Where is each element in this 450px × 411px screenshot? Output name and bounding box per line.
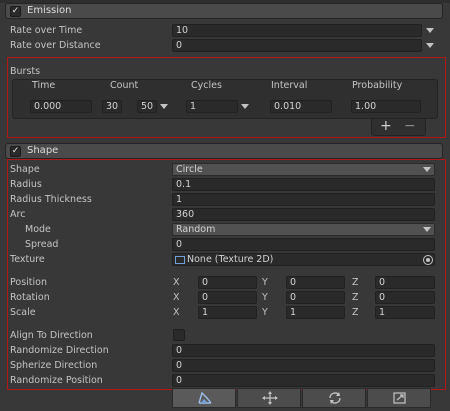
rotation-label: Rotation xyxy=(10,292,50,303)
burst-cycles-dropdown-icon[interactable] xyxy=(241,104,249,109)
move-tool-button[interactable] xyxy=(237,388,301,408)
randomize-position-field[interactable]: 0 xyxy=(172,374,435,387)
rotation-x-axis-label: X xyxy=(173,292,180,303)
scale-x-axis-label: X xyxy=(173,307,180,318)
shape-title: Shape xyxy=(27,145,59,156)
burst-count-min-field[interactable]: 30 xyxy=(102,100,122,113)
align-to-direction-checkbox[interactable] xyxy=(173,329,185,341)
rotation-y-axis-label: Y xyxy=(262,292,268,303)
position-y-axis-label: Y xyxy=(262,277,268,288)
radius-thickness-label: Radius Thickness xyxy=(10,194,92,205)
texture-field[interactable]: None (Texture 2D) xyxy=(172,253,435,266)
edit-shape-icon xyxy=(198,391,212,404)
rotation-x-field[interactable]: 0 xyxy=(198,291,257,304)
spherize-direction-field[interactable]: 0 xyxy=(172,359,435,372)
arc-field[interactable]: 360 xyxy=(172,208,435,221)
position-label: Position xyxy=(10,277,47,288)
shape-type-label: Shape xyxy=(10,164,40,175)
bursts-col-interval: Interval xyxy=(271,80,308,91)
rate-over-distance-field[interactable]: 0 xyxy=(172,39,422,52)
rotation-z-field[interactable]: 0 xyxy=(375,291,435,304)
scale-icon xyxy=(393,392,406,404)
bursts-col-cycles: Cycles xyxy=(191,80,222,91)
remove-burst-button[interactable]: − xyxy=(404,118,416,134)
scale-z-field[interactable]: 1 xyxy=(375,306,435,319)
rotation-z-axis-label: Z xyxy=(352,292,359,303)
texture-icon xyxy=(175,255,185,264)
emission-title: Emission xyxy=(27,5,72,16)
randomize-position-label: Randomize Position xyxy=(10,375,103,386)
scale-y-axis-label: Y xyxy=(262,307,268,318)
shape-type-dropdown-icon xyxy=(423,167,431,172)
burst-cycles-field[interactable]: 1 xyxy=(186,100,238,113)
edit-shape-button[interactable] xyxy=(172,388,236,408)
move-icon xyxy=(262,391,278,405)
position-x-field[interactable]: 0 xyxy=(198,276,257,289)
shape-type-dropdown[interactable]: Circle xyxy=(172,163,435,176)
burst-interval-field[interactable]: 0.010 xyxy=(270,100,332,113)
arc-label: Arc xyxy=(10,209,26,220)
rate-over-distance-label: Rate over Distance xyxy=(10,40,101,51)
shape-header[interactable]: ✓ Shape xyxy=(5,143,443,159)
object-picker-icon[interactable] xyxy=(423,255,433,265)
scale-label: Scale xyxy=(10,307,36,318)
emission-header[interactable]: ✓ Emission xyxy=(5,3,443,19)
scale-z-axis-label: Z xyxy=(352,307,359,318)
rate-over-time-field[interactable]: 10 xyxy=(172,24,422,37)
randomize-direction-label: Randomize Direction xyxy=(10,345,109,356)
rate-over-time-dropdown-icon[interactable] xyxy=(426,28,434,33)
radius-field[interactable]: 0.1 xyxy=(172,178,435,191)
align-to-direction-label: Align To Direction xyxy=(10,330,93,341)
randomize-direction-field[interactable]: 0 xyxy=(172,344,435,357)
position-x-axis-label: X xyxy=(173,277,180,288)
burst-count-dropdown-icon[interactable] xyxy=(160,104,168,109)
bursts-col-probability: Probability xyxy=(352,80,403,91)
position-z-axis-label: Z xyxy=(352,277,359,288)
scale-y-field[interactable]: 1 xyxy=(286,306,345,319)
texture-value: None (Texture 2D) xyxy=(187,254,274,265)
bursts-col-count: Count xyxy=(110,80,139,91)
spread-label: Spread xyxy=(25,239,59,250)
radius-label: Radius xyxy=(10,179,42,190)
rate-over-time-label: Rate over Time xyxy=(10,25,83,36)
mode-label: Mode xyxy=(25,224,51,235)
mode-dropdown[interactable]: Random xyxy=(172,223,435,236)
burst-time-field[interactable]: 0.000 xyxy=(30,100,92,113)
bursts-col-time: Time xyxy=(32,80,56,91)
scale-x-field[interactable]: 1 xyxy=(198,306,257,319)
mode-dropdown-icon xyxy=(423,227,431,232)
emission-enabled-checkbox[interactable]: ✓ xyxy=(10,6,21,17)
add-burst-button[interactable]: + xyxy=(380,118,392,134)
shape-enabled-checkbox[interactable]: ✓ xyxy=(10,146,21,157)
spread-field[interactable]: 0 xyxy=(172,238,435,251)
burst-count-max-field[interactable]: 50 xyxy=(137,100,157,113)
burst-probability-field[interactable]: 1.00 xyxy=(351,100,421,113)
bursts-label: Bursts xyxy=(10,66,41,77)
scale-tool-button[interactable] xyxy=(367,388,431,408)
position-y-field[interactable]: 0 xyxy=(286,276,345,289)
rotate-icon xyxy=(329,392,341,404)
spherize-direction-label: Spherize Direction xyxy=(10,360,98,371)
rotation-y-field[interactable]: 0 xyxy=(286,291,345,304)
position-z-field[interactable]: 0 xyxy=(375,276,435,289)
rate-over-distance-dropdown-icon[interactable] xyxy=(426,43,434,48)
texture-label: Texture xyxy=(10,254,45,265)
rotate-tool-button[interactable] xyxy=(302,388,366,408)
radius-thickness-field[interactable]: 1 xyxy=(172,193,435,206)
